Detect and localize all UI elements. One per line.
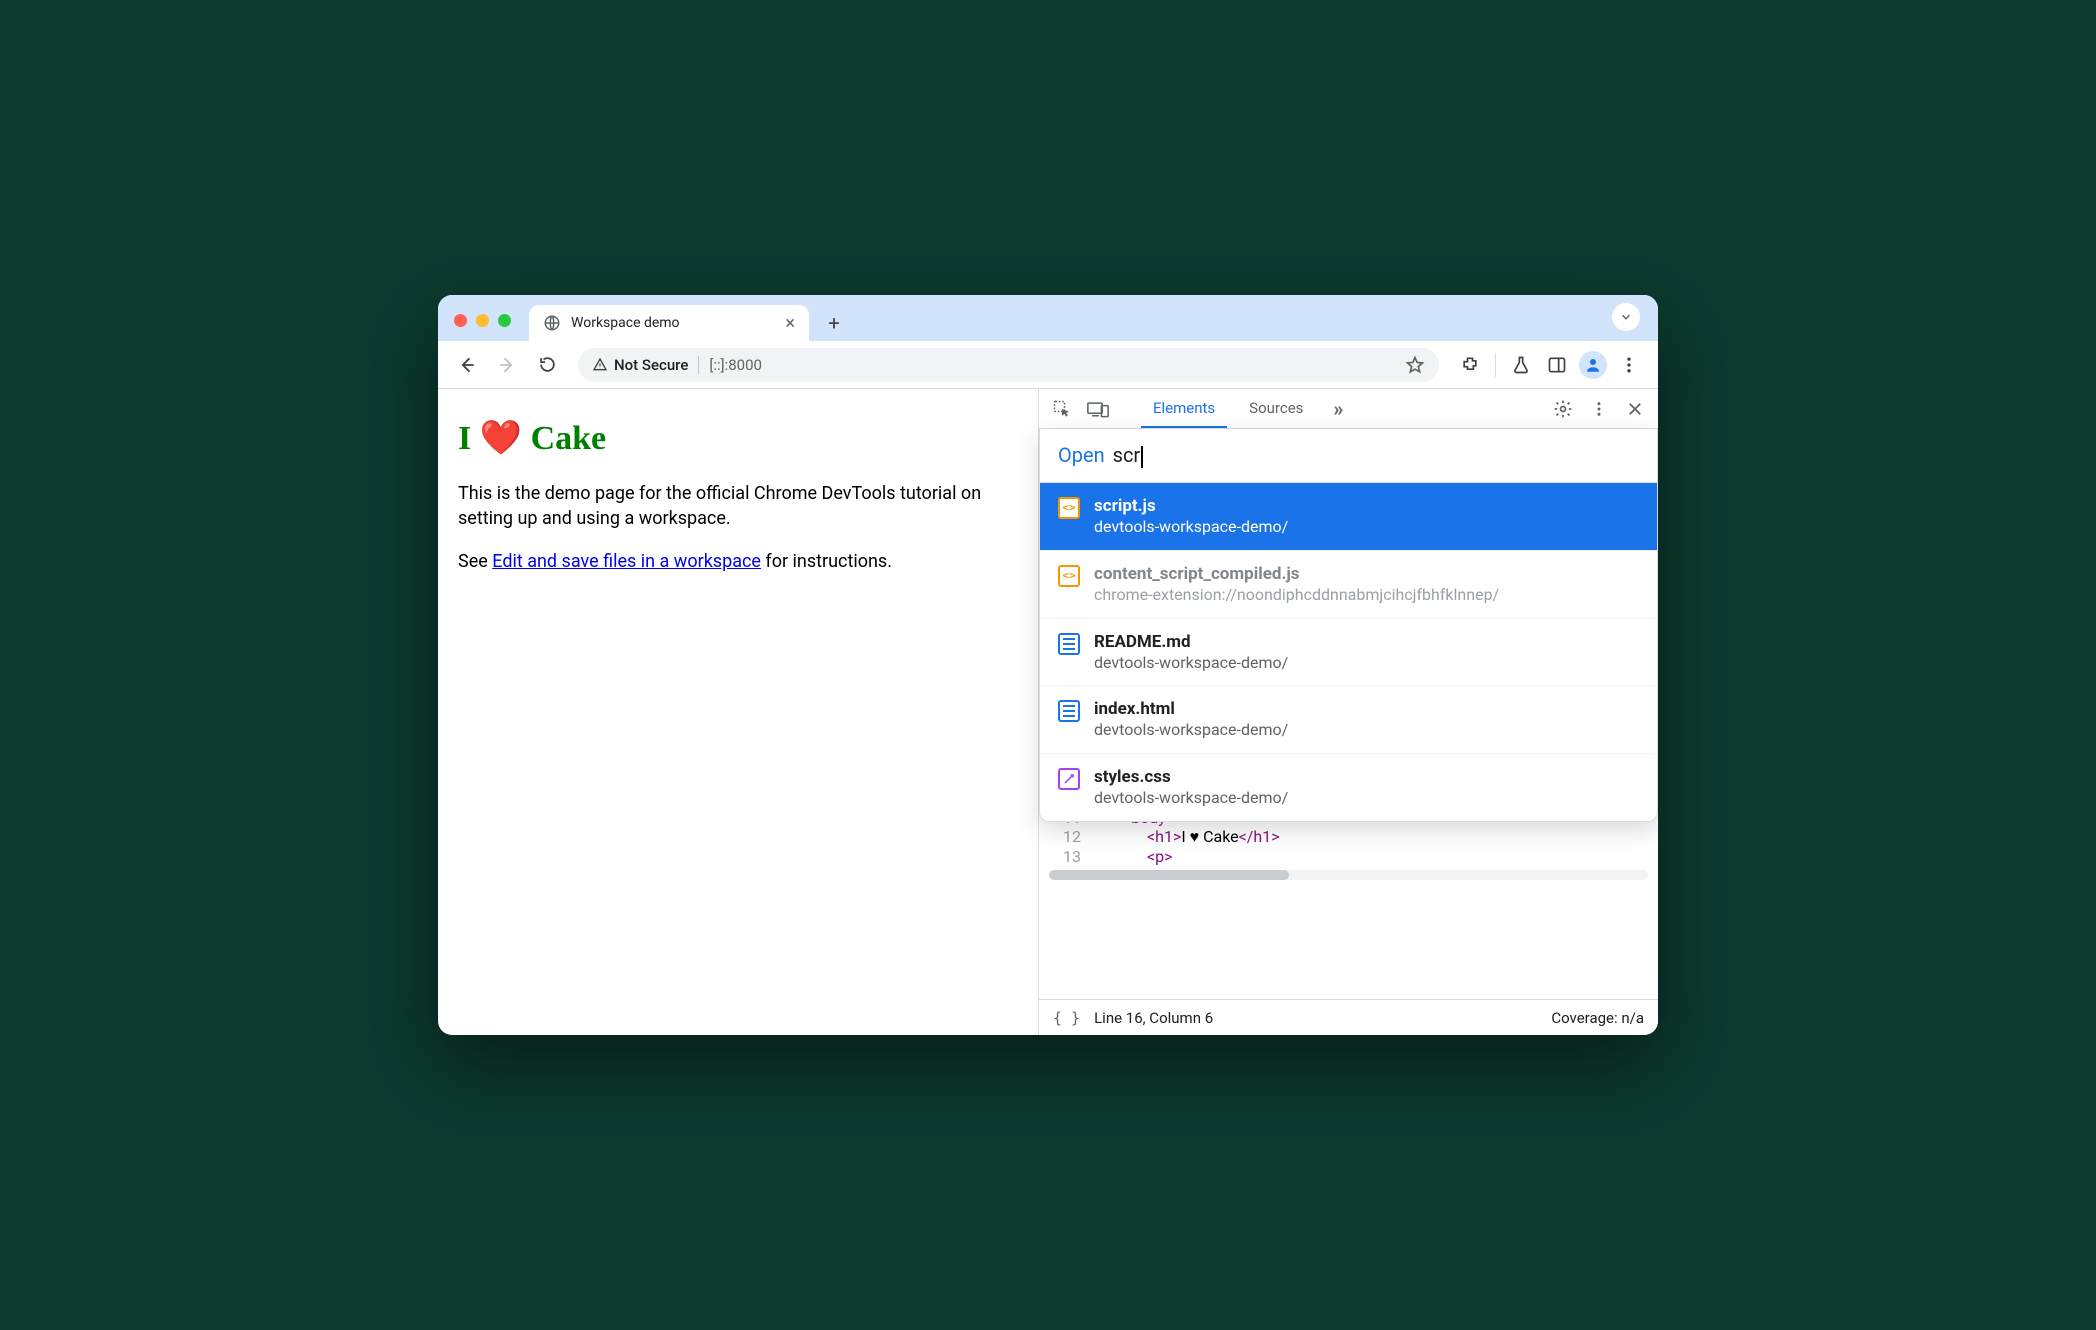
browser-tab[interactable]: Workspace demo ×: [529, 305, 809, 341]
stylesheet-file-icon: [1058, 768, 1080, 790]
result-title: README.md: [1094, 631, 1288, 653]
devtools-panel: Elements Sources »: [1038, 389, 1658, 1035]
forward-button[interactable]: [490, 348, 524, 382]
tab-elements[interactable]: Elements: [1141, 389, 1227, 428]
result-path: devtools-workspace-demo/: [1094, 788, 1288, 809]
page-view: I ❤️ Cake This is the demo page for the …: [438, 389, 1038, 1035]
avatar-icon: [1579, 351, 1607, 379]
minimize-window[interactable]: [476, 314, 489, 327]
command-results: <> script.js devtools-workspace-demo/ <>…: [1040, 482, 1657, 821]
code-text: I ♥ Cake: [1181, 827, 1238, 846]
command-result[interactable]: styles.css devtools-workspace-demo/: [1040, 753, 1657, 821]
command-input[interactable]: Open scr: [1040, 429, 1657, 482]
page-see: See Edit and save files in a workspace f…: [458, 549, 1018, 574]
editor-statusbar: { } Line 16, Column 6 Coverage: n/a: [1039, 999, 1658, 1035]
document-file-icon: [1058, 633, 1080, 655]
document-file-icon: [1058, 700, 1080, 722]
browser-toolbar: Not Secure [::]:8000: [438, 341, 1658, 389]
device-toolbar-icon[interactable]: [1085, 396, 1111, 422]
content-area: I ❤️ Cake This is the demo page for the …: [438, 389, 1658, 1035]
code-text: <h1>: [1147, 827, 1181, 846]
see-prefix: See: [458, 551, 492, 572]
command-menu: Open scr <> script.js devtools-workspace…: [1039, 429, 1658, 822]
bookmark-icon[interactable]: [1405, 355, 1425, 375]
result-path: devtools-workspace-demo/: [1094, 653, 1288, 674]
result-title: styles.css: [1094, 766, 1288, 788]
script-file-icon: <>: [1058, 497, 1080, 519]
result-title: script.js: [1094, 495, 1288, 517]
omnibox-separator: [698, 356, 699, 374]
command-result[interactable]: README.md devtools-workspace-demo/: [1040, 618, 1657, 686]
close-window[interactable]: [454, 314, 467, 327]
code-text: </h1>: [1239, 827, 1280, 846]
back-button[interactable]: [450, 348, 484, 382]
horizontal-scrollbar[interactable]: [1049, 870, 1648, 880]
inspect-icon[interactable]: [1049, 396, 1075, 422]
tab-sources[interactable]: Sources: [1237, 389, 1315, 428]
result-title: content_script_compiled.js: [1094, 563, 1499, 585]
see-suffix: for instructions.: [761, 551, 892, 572]
kebab-menu[interactable]: [1612, 348, 1646, 382]
browser-window: Workspace demo × + Not Secure [::]:8000: [438, 295, 1658, 1035]
result-path: devtools-workspace-demo/: [1094, 517, 1288, 538]
security-chip[interactable]: Not Secure: [592, 356, 688, 374]
devtools-tabbar: Elements Sources »: [1039, 389, 1658, 429]
side-panel-icon[interactable]: [1540, 348, 1574, 382]
maximize-window[interactable]: [498, 314, 511, 327]
address-bar[interactable]: Not Secure [::]:8000: [578, 348, 1439, 382]
labs-icon[interactable]: [1504, 348, 1538, 382]
devtools-menu-icon[interactable]: [1586, 396, 1612, 422]
result-path: devtools-workspace-demo/: [1094, 720, 1288, 741]
cursor-position: Line 16, Column 6: [1094, 1009, 1213, 1027]
reload-button[interactable]: [530, 348, 564, 382]
security-label: Not Secure: [614, 356, 688, 374]
devtools-body: Open scr <> script.js devtools-workspace…: [1039, 429, 1658, 1035]
toolbar-separator: [1495, 353, 1496, 377]
page-heading: I ❤️ Cake: [458, 415, 1018, 463]
coverage-label: Coverage: n/a: [1551, 1009, 1644, 1027]
tab-strip: Workspace demo × +: [438, 295, 1658, 341]
globe-icon: [543, 314, 561, 332]
tab-overflow-button[interactable]: [1612, 303, 1640, 331]
command-result[interactable]: <> content_script_compiled.js chrome-ext…: [1040, 550, 1657, 618]
toolbar-actions: [1453, 348, 1646, 382]
line-number: 12: [1049, 827, 1081, 847]
tab-title: Workspace demo: [571, 315, 680, 331]
tabs-overflow[interactable]: »: [1325, 397, 1351, 421]
close-devtools-icon[interactable]: [1622, 396, 1648, 422]
pretty-print-icon[interactable]: { }: [1053, 1009, 1080, 1027]
url-text: [::]:8000: [709, 356, 762, 374]
new-tab-button[interactable]: +: [819, 308, 849, 338]
extensions-icon[interactable]: [1453, 348, 1487, 382]
close-tab-icon[interactable]: ×: [785, 313, 795, 334]
command-result[interactable]: <> script.js devtools-workspace-demo/: [1040, 483, 1657, 550]
script-file-icon: <>: [1058, 565, 1080, 587]
page-paragraph: This is the demo page for the official C…: [458, 481, 1018, 531]
code-text: <p>: [1099, 847, 1172, 866]
command-prefix: Open: [1058, 443, 1105, 467]
settings-icon[interactable]: [1550, 396, 1576, 422]
profile-button[interactable]: [1576, 348, 1610, 382]
result-title: index.html: [1094, 698, 1288, 720]
result-path: chrome-extension://noondiphcddnnabmjcihc…: [1094, 585, 1499, 606]
command-result[interactable]: index.html devtools-workspace-demo/: [1040, 685, 1657, 753]
command-query: scr: [1113, 443, 1143, 468]
window-controls: [454, 314, 511, 327]
line-number: 13: [1049, 847, 1081, 866]
workspace-link[interactable]: Edit and save files in a workspace: [492, 551, 761, 572]
